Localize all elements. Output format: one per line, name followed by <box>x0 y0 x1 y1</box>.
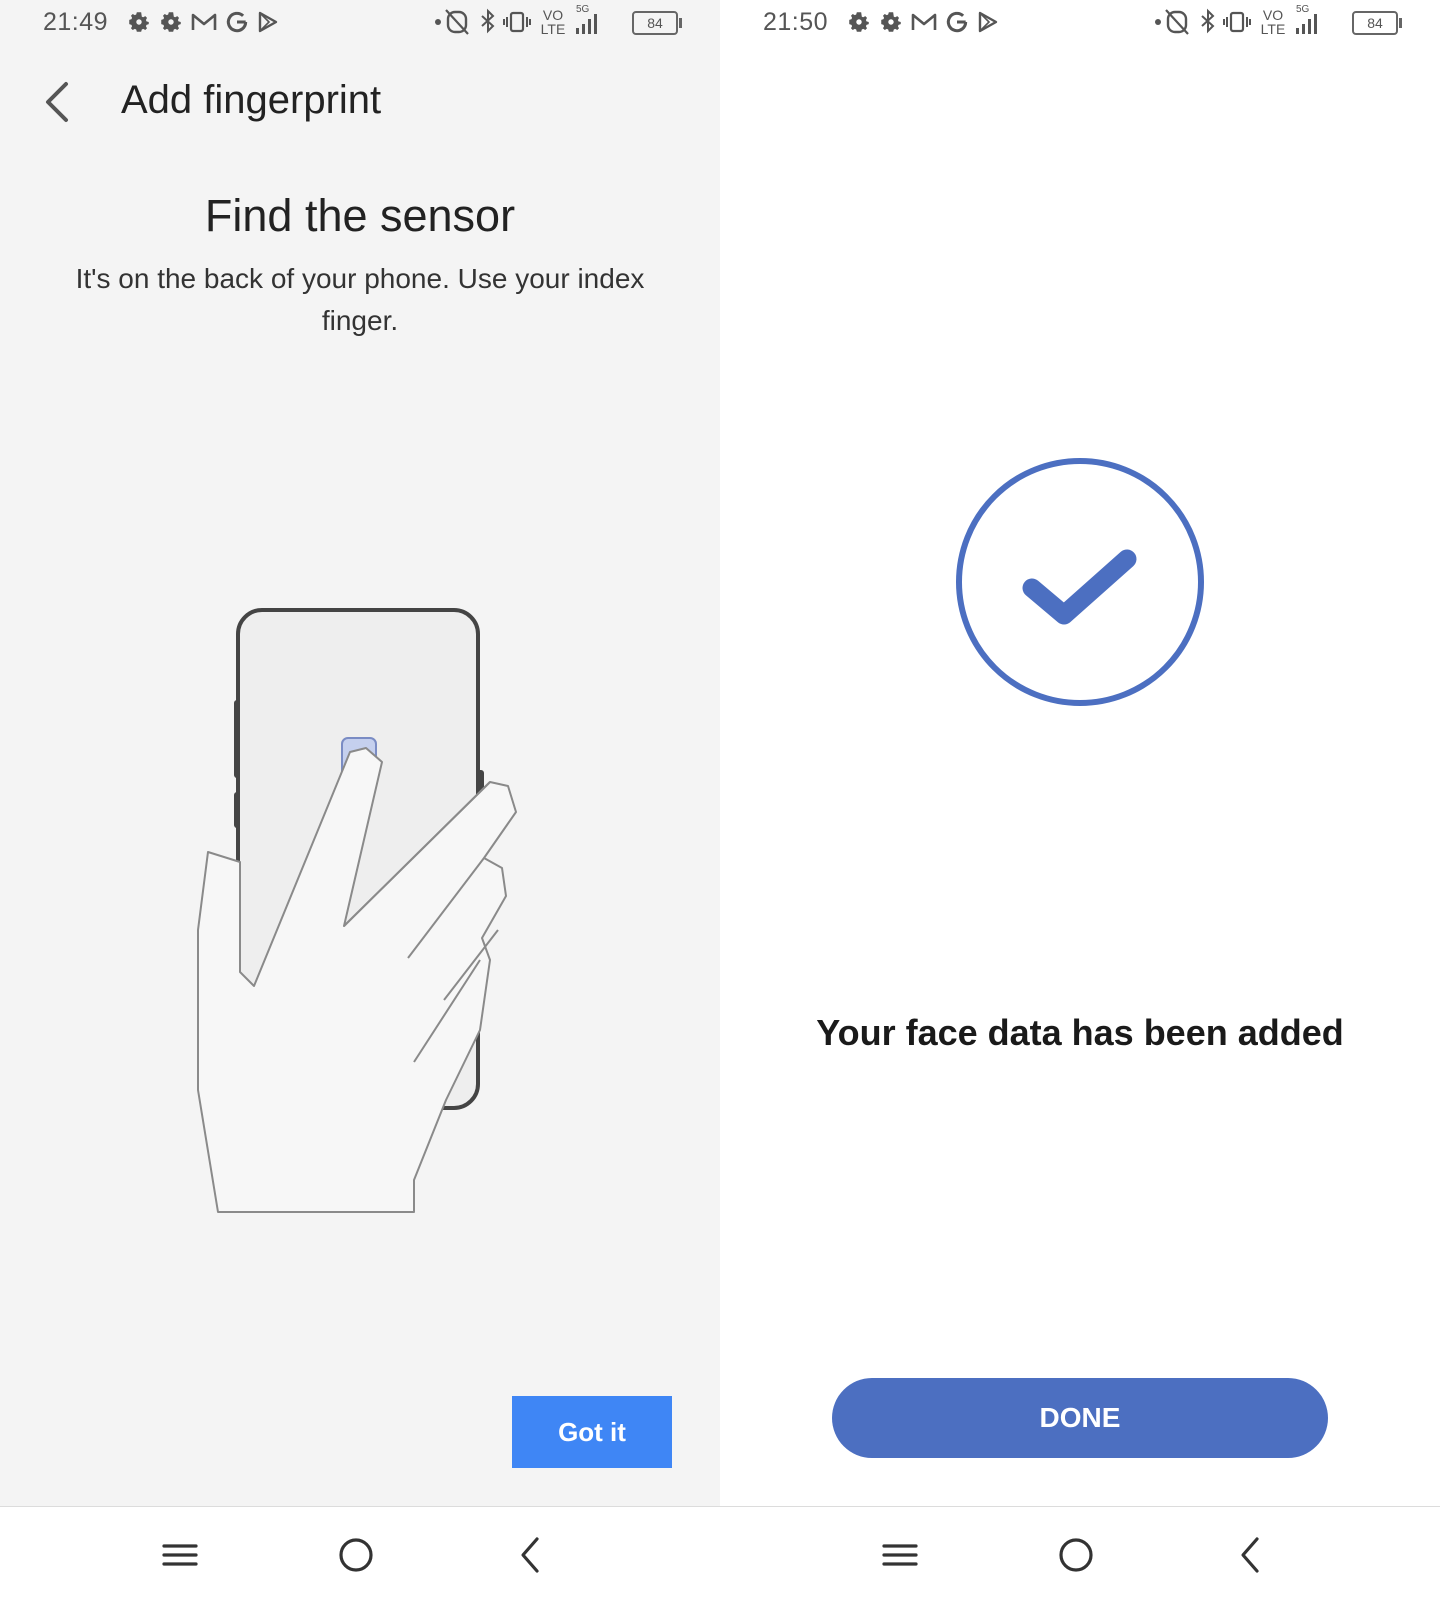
battery-icon: 84 <box>632 11 682 35</box>
signal-icon: 5G <box>574 4 604 36</box>
menu-button[interactable] <box>158 1533 202 1577</box>
bluetooth-icon <box>481 8 495 34</box>
status-notification-icons <box>126 9 280 35</box>
heading: Find the sensor <box>204 190 516 241</box>
google-icon <box>226 11 248 33</box>
back-icon <box>521 1537 539 1573</box>
home-button[interactable] <box>334 1533 378 1577</box>
play-store-icon <box>258 11 278 33</box>
gmail-icon <box>191 13 217 30</box>
settings-icon <box>881 12 901 32</box>
google-icon <box>946 11 968 33</box>
success-message: Your face data has been added <box>816 1012 1344 1053</box>
menu-button[interactable] <box>878 1533 922 1577</box>
play-store-icon <box>978 11 998 33</box>
home-icon <box>1059 1538 1093 1572</box>
menu-icon <box>882 1544 918 1566</box>
status-bar: 21:50 VO LTE 5G 84 <box>720 0 1440 46</box>
bluetooth-icon <box>1201 8 1215 34</box>
status-time: 21:49 <box>43 8 109 36</box>
app-bar: Add fingerprint <box>0 64 720 142</box>
back-arrow-icon <box>46 82 68 122</box>
got-it-button[interactable]: Got it <box>512 1396 672 1468</box>
status-time: 21:50 <box>763 8 829 36</box>
vibrate-icon <box>1223 11 1251 33</box>
nfc-icon <box>1155 9 1189 35</box>
home-button[interactable] <box>1054 1533 1098 1577</box>
status-bar: 21:49 VO LTE 5G 84 <box>0 0 720 46</box>
back-icon <box>1241 1537 1259 1573</box>
navigation-bar <box>0 1506 720 1600</box>
settings-icon <box>849 12 869 32</box>
home-icon <box>339 1538 373 1572</box>
back-button[interactable] <box>32 74 84 130</box>
nfc-icon <box>435 9 469 35</box>
status-system-icons: VO LTE 5G <box>434 4 604 37</box>
status-notification-icons <box>846 9 1000 35</box>
volte-icon: VO LTE <box>1260 7 1286 37</box>
battery-icon: 84 <box>1352 11 1402 35</box>
settings-icon <box>161 12 181 32</box>
volte-icon: VO LTE <box>540 7 566 37</box>
vibrate-icon <box>503 11 531 33</box>
add-fingerprint-screen: 21:49 VO LTE 5G 84 Add fingerprint Find … <box>0 0 720 1600</box>
menu-icon <box>162 1544 198 1566</box>
face-added-screen: 21:50 VO LTE 5G 84 Your face data has be… <box>720 0 1440 1600</box>
success-check-icon <box>953 455 1207 714</box>
nav-back-button[interactable] <box>1230 1533 1274 1577</box>
nav-back-button[interactable] <box>510 1533 554 1577</box>
signal-icon: 5G <box>1294 4 1324 36</box>
settings-icon <box>129 12 149 32</box>
instruction-text: It's on the back of your phone. Use your… <box>75 263 645 336</box>
phone-in-hand-illustration <box>190 600 530 1245</box>
page-title: Add fingerprint <box>121 78 382 122</box>
status-system-icons: VO LTE 5G <box>1154 4 1324 37</box>
done-button[interactable]: DONE <box>832 1378 1328 1458</box>
navigation-bar <box>720 1506 1440 1600</box>
gmail-icon <box>911 13 937 30</box>
